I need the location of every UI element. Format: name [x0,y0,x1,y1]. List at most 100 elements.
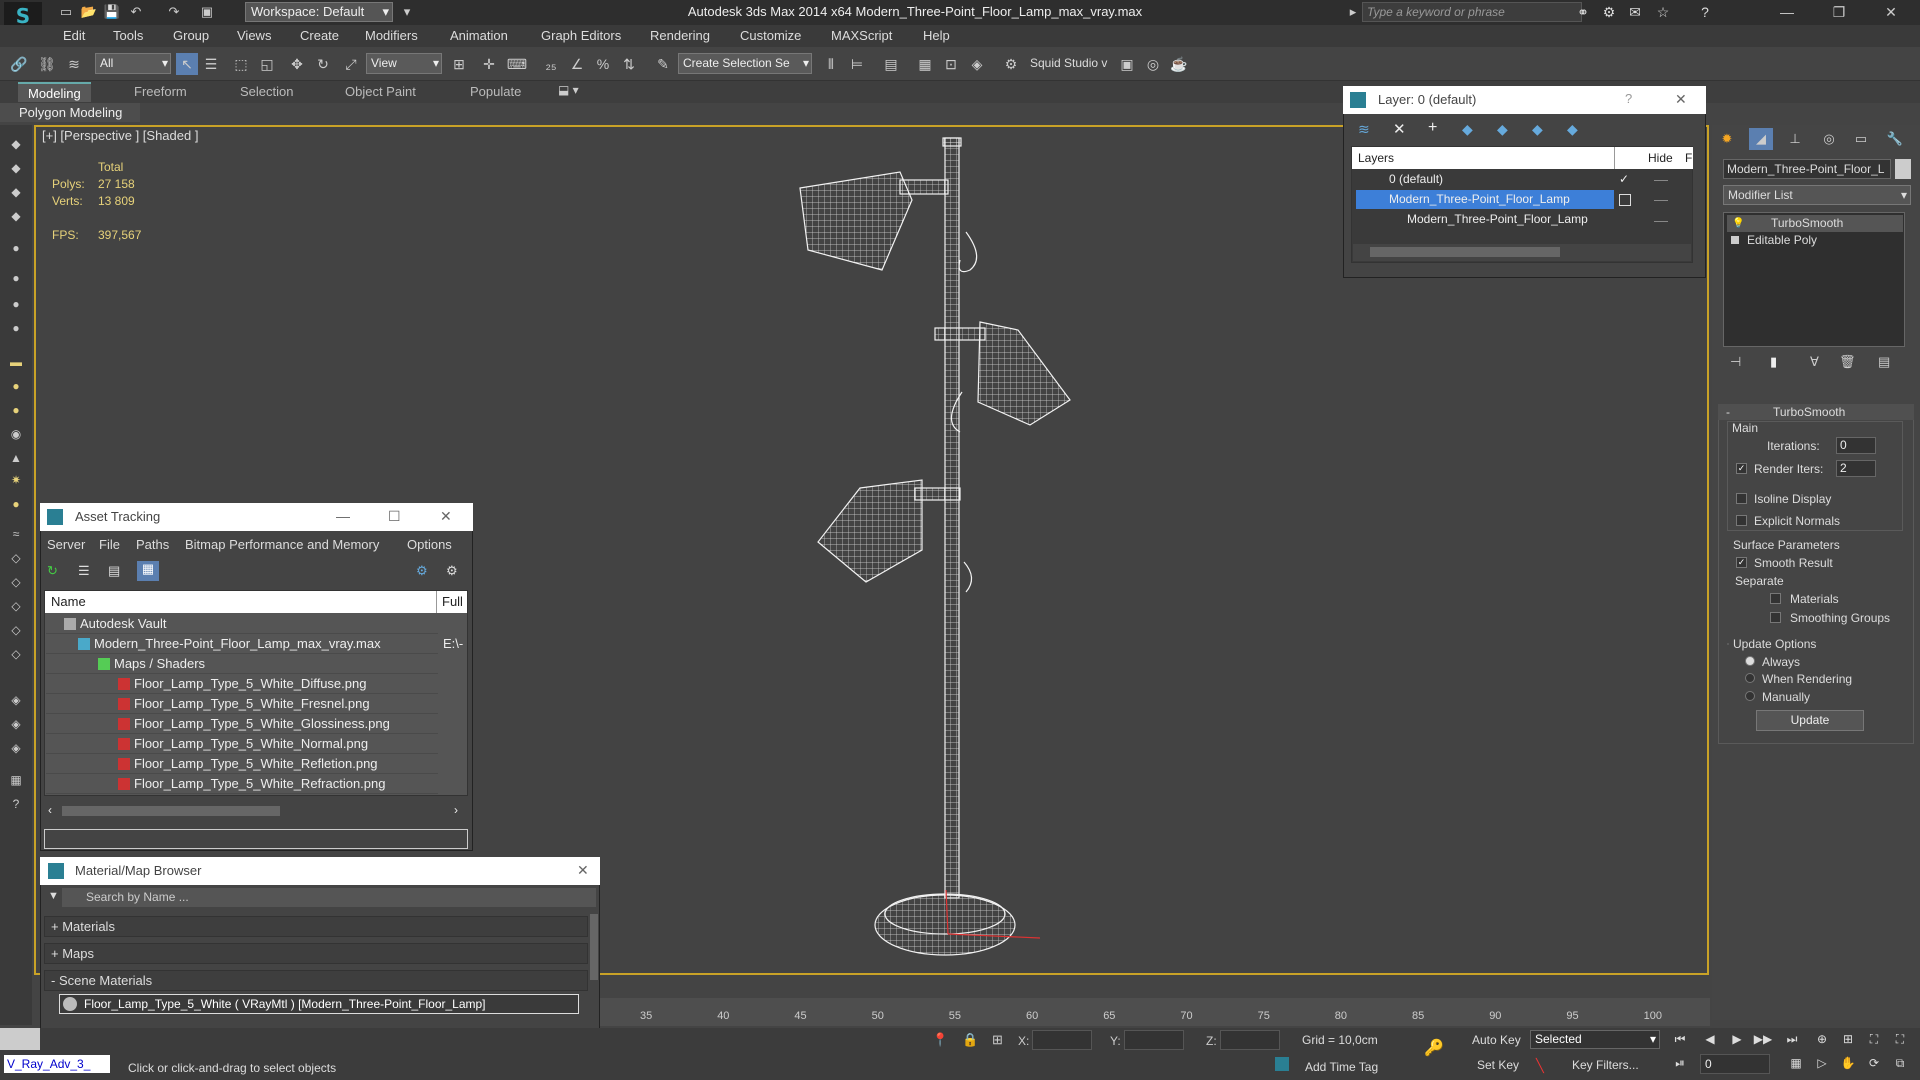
tool-icon-12[interactable]: ◉ [6,424,26,444]
tab-object-paint[interactable]: Object Paint [335,82,426,102]
open-file-icon[interactable]: 📂 [78,3,100,21]
utilities-tab-icon[interactable]: 🔧 [1883,128,1907,150]
minimize-icon[interactable]: — [1764,0,1810,25]
close-icon[interactable]: ✕ [1868,0,1914,25]
update-always-radio[interactable] [1745,656,1755,666]
tool-icon-20[interactable]: ◇ [6,620,26,640]
render-frame-icon[interactable]: ▣ [1116,53,1138,75]
add-time-tag-button[interactable]: Add Time Tag [1305,1060,1378,1074]
asset-hscroll-thumb[interactable] [62,806,280,816]
previous-frame-icon[interactable]: ◀ [1700,1030,1720,1048]
binoculars-icon[interactable]: ⚭ [1572,3,1594,21]
align-icon[interactable]: ⊨ [846,53,868,75]
pivot-center-icon[interactable]: ⊞ [448,53,470,75]
field-of-view-icon[interactable]: ▷ [1812,1054,1832,1072]
section-scene-materials[interactable]: - Scene Materials [44,970,588,991]
selection-lock-icon[interactable]: 🔒 [962,1032,978,1048]
keyword-search-input[interactable]: Type a keyword or phrase [1362,2,1582,22]
modify-tab-icon[interactable]: ◢ [1749,128,1773,150]
z-coordinate-field[interactable] [1220,1030,1280,1050]
rotate-icon[interactable]: ↻ [312,53,334,75]
stack-item-turbosmooth[interactable]: TurboSmooth [1727,215,1903,232]
help-icon[interactable]: ? [1694,3,1716,21]
go-to-end-icon[interactable]: ⏭ [1782,1030,1802,1048]
configure-sets-icon[interactable]: ▤ [1878,354,1890,370]
timeline-track[interactable] [600,998,1710,1026]
go-to-start-icon[interactable]: ⏮ [1670,1030,1690,1048]
tool-icon-2[interactable]: ◆ [6,158,26,178]
isolate-selection-icon[interactable]: 📍 [932,1032,948,1048]
squid-studio-label[interactable]: Squid Studio v [1030,56,1107,70]
layer-hscroll-thumb[interactable] [1370,247,1560,257]
y-coordinate-field[interactable] [1124,1030,1184,1050]
tool-icon-11[interactable]: ● [6,400,26,420]
orbit-icon[interactable]: ⟳ [1864,1054,1884,1072]
smooth-result-checkbox[interactable]: ✓ [1736,557,1747,568]
tool-icon-3[interactable]: ◆ [6,182,26,202]
spinner-snap-icon[interactable]: ⇅ [618,53,640,75]
smoothing-groups-checkbox[interactable] [1770,612,1781,623]
detail-view-icon[interactable]: ▤ [108,563,124,579]
menu-rendering[interactable]: Rendering [650,28,710,43]
subscription-icon[interactable]: ⚙ [1598,3,1620,21]
save-icon[interactable]: 💾 [101,3,123,21]
window-crossing-icon[interactable]: ◱ [256,53,278,75]
modifier-on-bulb-icon[interactable]: 💡 [1732,218,1744,229]
key-filters-button[interactable]: Key Filters... [1572,1058,1639,1072]
unlink-icon[interactable]: ⛓ [36,53,58,75]
x-coordinate-field[interactable] [1032,1030,1092,1050]
separate-materials-checkbox[interactable] [1770,593,1781,604]
keyboard-shortcut-icon[interactable]: ⌨ [506,53,528,75]
undo-icon[interactable]: ↶ [125,3,147,21]
move-icon[interactable]: ✥ [286,53,308,75]
angle-snap-icon[interactable]: ∠ [566,53,588,75]
update-button[interactable]: Update [1756,710,1864,731]
menu-modifiers[interactable]: Modifiers [365,28,418,43]
scale-icon[interactable]: ⤢ [340,53,362,75]
material-browser-scrollbar[interactable] [590,914,598,980]
object-color-swatch[interactable] [1895,159,1911,179]
layer-explorer-icon[interactable]: ▤ [880,53,902,75]
snaps-toggle-icon[interactable]: ₂₅ [540,53,562,75]
tab-selection[interactable]: Selection [230,82,303,102]
tool-icon-23[interactable]: ◈ [6,714,26,734]
auto-key-button[interactable]: Auto Key [1472,1033,1521,1047]
next-frame-icon[interactable]: ▶▶ [1753,1030,1773,1048]
asset-menu-options[interactable]: Options [407,537,452,552]
asset-minimize-icon[interactable]: — [336,508,350,524]
vault-login-icon[interactable]: ⚙ [416,563,428,579]
tool-icon-24[interactable]: ◈ [6,738,26,758]
material-browser-close-icon[interactable]: ✕ [577,862,589,879]
hide-toggle-2[interactable] [1654,200,1668,201]
maxscript-listener-mini[interactable] [0,1028,40,1050]
layer-highlight-icon[interactable]: ◆ [1497,121,1508,138]
render-setup-icon[interactable]: ⚙ [1000,53,1022,75]
current-frame-field[interactable]: 0 [1700,1054,1770,1074]
schematic-view-icon[interactable]: ⊡ [940,53,962,75]
object-name-field[interactable]: Modern_Three-Point_Floor_L [1723,159,1891,179]
pan-icon[interactable]: ✋ [1838,1054,1858,1072]
selection-filter-dropdown[interactable]: All ▾ [95,53,171,74]
col-header-name[interactable]: Name [45,591,437,613]
hierarchy-tab-icon[interactable]: ⊥ [1783,128,1807,150]
favorites-star-icon[interactable]: ☆ [1652,3,1674,21]
pin-stack-icon[interactable]: ⊣ [1730,354,1741,370]
tool-icon-21[interactable]: ◇ [6,644,26,664]
tool-icon-13[interactable]: ▲ [6,448,26,468]
scroll-right-icon[interactable]: › [454,803,458,817]
render-iters-checkbox[interactable]: ✓ [1736,463,1747,474]
play-icon[interactable]: ▶ [1727,1030,1747,1048]
rect-selection-icon[interactable]: ⬚ [230,53,252,75]
section-maps[interactable]: + Maps [44,943,588,964]
create-tab-icon[interactable]: ✹ [1715,128,1739,150]
menu-views[interactable]: Views [237,28,271,43]
hide-toggle-1[interactable] [1654,180,1668,181]
render-iters-spinner[interactable]: 2 [1836,460,1876,477]
absolute-mode-icon[interactable]: ⊞ [992,1032,1003,1048]
key-set-dropdown[interactable]: Selected ▾ [1530,1030,1660,1049]
layer-close-icon[interactable]: ✕ [1675,91,1687,108]
tool-icon-9[interactable]: ▬ [6,352,26,372]
scene-material-item[interactable]: Floor_Lamp_Type_5_White ( VRayMtl ) [Mod… [59,994,579,1014]
named-selection-dropdown[interactable]: Create Selection Se ▾ [678,53,812,74]
table-view-icon[interactable]: ▦ [137,561,159,581]
